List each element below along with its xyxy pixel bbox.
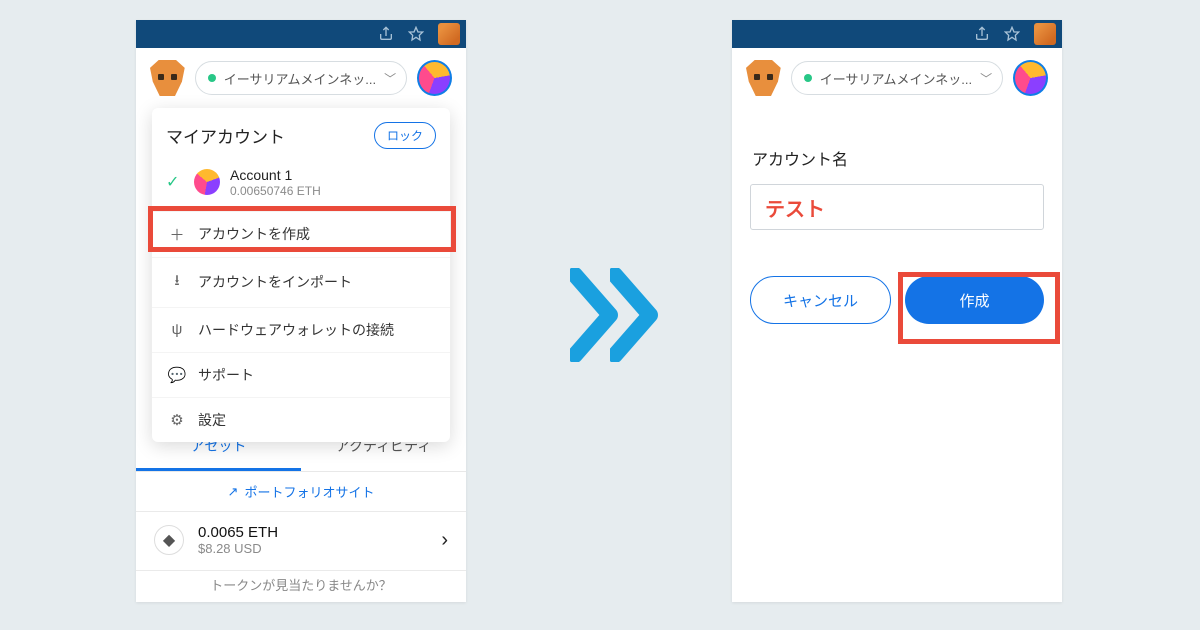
menu-item-label: 設定 xyxy=(198,410,226,430)
account-menu-header: マイアカウント ロック xyxy=(152,108,450,159)
fox-logo-icon xyxy=(746,60,781,96)
cancel-button[interactable]: キャンセル xyxy=(750,276,891,324)
account-name-input[interactable] xyxy=(750,184,1044,230)
network-status-dot xyxy=(208,74,216,82)
asset-info: 0.0065 ETH $8.28 USD xyxy=(198,524,278,556)
fox-logo-icon xyxy=(150,60,185,96)
wallet-panel-create-account: イーサリアムメインネッ... ﹀ アカウント名 キャンセル 作成 xyxy=(732,20,1062,602)
network-selector[interactable]: イーサリアムメインネッ... ﹀ xyxy=(195,61,407,95)
lock-button[interactable]: ロック xyxy=(374,122,436,149)
menu-item-hardware-wallet[interactable]: ψ ハードウェアウォレットの接続 xyxy=(152,307,450,352)
download-icon: ⭳ xyxy=(168,270,186,295)
usb-icon: ψ xyxy=(168,321,186,338)
menu-item-import-account[interactable]: ⭳ アカウントをインポート xyxy=(152,257,450,307)
browser-titlebar xyxy=(732,20,1062,48)
network-selector[interactable]: イーサリアムメインネッ... ﹀ xyxy=(791,61,1003,95)
create-button[interactable]: 作成 xyxy=(905,276,1044,324)
asset-fiat: $8.28 USD xyxy=(198,541,278,556)
menu-item-create-account[interactable]: ＋ アカウントを作成 xyxy=(152,211,450,257)
plus-icon: ＋ xyxy=(168,224,186,245)
menu-item-label: サポート xyxy=(198,365,254,385)
browser-titlebar xyxy=(136,20,466,48)
network-status-dot xyxy=(804,74,812,82)
account-balance: 0.00650746 ETH xyxy=(230,184,321,198)
portfolio-link[interactable]: ↗ ポートフォリオサイト xyxy=(136,472,466,512)
account-avatar[interactable] xyxy=(1013,60,1048,96)
account-row[interactable]: ✓ Account 1 0.00650746 ETH xyxy=(152,159,450,211)
menu-item-label: アカウントをインポート xyxy=(198,272,352,292)
account-avatar[interactable] xyxy=(417,60,452,96)
arrow-icon xyxy=(610,268,660,362)
wallet-header: イーサリアムメインネッ... ﹀ xyxy=(732,48,1062,106)
asset-amount: 0.0065 ETH xyxy=(198,524,278,541)
token-question: トークンが見当たりませんか？ xyxy=(136,575,466,594)
account-menu-title: マイアカウント xyxy=(166,123,285,148)
extension-fox-icon[interactable] xyxy=(1034,23,1056,45)
menu-item-label: ハードウェアウォレットの接続 xyxy=(198,320,394,340)
account-info: Account 1 0.00650746 ETH xyxy=(230,167,321,198)
network-name: イーサリアムメインネッ... xyxy=(820,69,972,88)
account-menu: マイアカウント ロック ✓ Account 1 0.00650746 ETH ＋… xyxy=(152,108,450,442)
menu-item-settings[interactable]: 設定 xyxy=(152,397,450,442)
extension-fox-icon[interactable] xyxy=(438,23,460,45)
account-avatar-small xyxy=(194,169,220,195)
share-icon[interactable] xyxy=(974,26,990,42)
chart-icon: ↗ xyxy=(228,484,239,500)
asset-row[interactable]: ◆ 0.0065 ETH $8.28 USD › xyxy=(136,510,466,571)
gear-icon xyxy=(168,411,186,429)
flow-arrows xyxy=(570,268,660,362)
wallet-header: イーサリアムメインネッ... ﹀ xyxy=(136,48,466,106)
star-icon[interactable] xyxy=(1004,26,1020,42)
account-name: Account 1 xyxy=(230,167,321,184)
eth-icon: ◆ xyxy=(154,525,184,555)
create-account-form: アカウント名 キャンセル 作成 xyxy=(750,116,1044,324)
network-name: イーサリアムメインネッ... xyxy=(224,69,376,88)
star-icon[interactable] xyxy=(408,26,424,42)
account-name-label: アカウント名 xyxy=(752,146,1044,170)
portfolio-link-label: ポートフォリオサイト xyxy=(244,482,374,501)
chat-icon: 💬 xyxy=(168,366,186,384)
menu-item-support[interactable]: 💬 サポート xyxy=(152,352,450,397)
share-icon[interactable] xyxy=(378,26,394,42)
wallet-panel-accounts: イーサリアムメインネッ... ﹀ マイアカウント ロック ✓ Account 1… xyxy=(136,20,466,602)
button-row: キャンセル 作成 xyxy=(750,276,1044,324)
check-icon: ✓ xyxy=(166,172,184,192)
chevron-right-icon: › xyxy=(441,529,448,552)
menu-item-label: アカウントを作成 xyxy=(198,224,310,244)
chevron-down-icon: ﹀ xyxy=(384,70,396,87)
chevron-down-icon: ﹀ xyxy=(980,70,992,87)
